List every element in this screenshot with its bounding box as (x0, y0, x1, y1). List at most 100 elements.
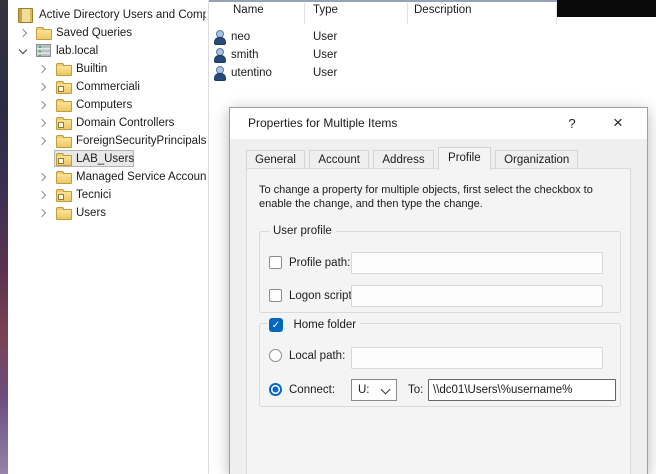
list-top-border (209, 0, 557, 2)
dialog-title: Properties for Multiple Items (248, 108, 397, 139)
tree-item-foreign-security-principals[interactable]: ForeignSecurityPrincipals (8, 132, 208, 150)
connect-label[interactable]: Connect: (289, 383, 335, 397)
description-line: To change a property for multiple object… (259, 183, 593, 197)
tab-general[interactable]: General (246, 150, 305, 169)
dialog-titlebar[interactable]: Properties for Multiple Items ? × (230, 108, 647, 139)
desktop-background-strip (0, 0, 8, 474)
description-line: enable the change, and then type the cha… (259, 197, 593, 211)
tree-item-lab-users[interactable]: LAB_Users (8, 150, 208, 168)
folder-icon (56, 99, 72, 113)
ou-folder-icon (56, 153, 72, 167)
tree-item-label: Computers (76, 96, 206, 114)
folder-icon (36, 27, 52, 41)
cell-name: smith (231, 46, 258, 64)
tree-item-root[interactable]: Active Directory Users and Computers (8, 6, 208, 24)
chevron-down-icon (381, 385, 391, 395)
chevron-right-icon[interactable] (38, 83, 46, 91)
column-divider[interactable] (556, 3, 557, 24)
group-label: User profile (269, 224, 336, 239)
tree-item-label: lab.local (56, 42, 206, 60)
chevron-right-icon[interactable] (38, 65, 46, 73)
local-path-input[interactable] (351, 347, 603, 369)
tree-item-lab-local[interactable]: lab.local (8, 42, 208, 60)
home-folder-checkbox[interactable]: ✓ (269, 318, 283, 332)
column-divider[interactable] (304, 3, 305, 24)
connect-radio[interactable] (269, 383, 282, 396)
tree-item-label: Active Directory Users and Computers (39, 6, 206, 24)
tree-item-label: Managed Service Accounts (76, 168, 206, 186)
tree-item-tecnici[interactable]: Tecnici (8, 186, 208, 204)
chevron-down-icon[interactable] (19, 46, 27, 54)
home-folder-caption: ✓ Home folder (268, 316, 360, 332)
properties-dialog: Properties for Multiple Items ? × Genera… (229, 107, 648, 474)
screen: Active Directory Users and Computers Sav… (0, 0, 656, 474)
cell-type: User (313, 46, 337, 64)
ou-folder-icon (56, 117, 72, 131)
tree-item-label: Commerciali (76, 78, 206, 96)
profile-path-checkbox[interactable] (269, 256, 282, 269)
column-divider[interactable] (407, 3, 408, 24)
folder-icon (56, 135, 72, 149)
tree-item-label: LAB_Users (76, 150, 206, 168)
list-row-smith[interactable]: smith User (209, 46, 649, 64)
home-folder-label[interactable]: Home folder (293, 319, 356, 331)
tree-item-commerciali[interactable]: Commerciali (8, 78, 208, 96)
chevron-right-icon[interactable] (38, 173, 46, 181)
drive-letter-dropdown[interactable]: U: (351, 379, 397, 401)
tree-item-label: Domain Controllers (76, 114, 206, 132)
console-tree-panel: Active Directory Users and Computers Sav… (8, 0, 208, 474)
user-icon (214, 30, 226, 44)
local-path-label[interactable]: Local path: (289, 349, 345, 363)
chevron-right-icon[interactable] (38, 209, 46, 217)
ou-folder-icon (56, 189, 72, 203)
column-header-name[interactable]: Name (233, 4, 264, 16)
tree-item-managed-service-accounts[interactable]: Managed Service Accounts (8, 168, 208, 186)
tree-item-users[interactable]: Users (8, 204, 208, 222)
logon-script-checkbox[interactable] (269, 289, 282, 302)
user-icon (214, 66, 226, 80)
check-icon: ✓ (272, 320, 280, 331)
folder-icon (56, 207, 72, 221)
tab-account[interactable]: Account (309, 150, 369, 169)
chevron-right-icon[interactable] (38, 119, 46, 127)
tree-item-label: Saved Queries (56, 24, 206, 42)
tab-strip: General Account Address Profile Organiza… (246, 147, 578, 169)
tree-item-domain-controllers[interactable]: Domain Controllers (8, 114, 208, 132)
column-header-type[interactable]: Type (313, 4, 338, 16)
dialog-description: To change a property for multiple object… (259, 183, 593, 211)
profile-path-label[interactable]: Profile path: (289, 256, 350, 270)
directory-book-icon (18, 8, 33, 23)
tab-address[interactable]: Address (373, 150, 433, 169)
list-row-utentino[interactable]: utentino User (209, 64, 649, 82)
cell-type: User (313, 28, 337, 46)
connect-path-input[interactable]: \\dc01\Users\%username% (428, 379, 616, 401)
tree-item-builtin[interactable]: Builtin (8, 60, 208, 78)
tree-item-label: Users (76, 204, 206, 222)
tree-item-label: ForeignSecurityPrincipals (76, 132, 206, 150)
list-row-neo[interactable]: neo User (209, 28, 649, 46)
local-path-radio[interactable] (269, 349, 282, 362)
logon-script-input[interactable] (351, 285, 603, 307)
tree-item-label: Builtin (76, 60, 206, 78)
chevron-right-icon[interactable] (19, 29, 27, 37)
folder-icon (56, 63, 72, 77)
home-folder-group: ✓ Home folder Local path: Connect: U: To… (259, 323, 621, 407)
folder-icon (56, 171, 72, 185)
chevron-right-icon[interactable] (38, 137, 46, 145)
tab-profile[interactable]: Profile (438, 147, 491, 170)
user-profile-group: User profile Profile path: Logon script: (259, 231, 621, 313)
cell-name: utentino (231, 64, 272, 82)
drive-letter-value: U: (358, 384, 370, 396)
tree-item-saved-queries[interactable]: Saved Queries (8, 24, 208, 42)
tree-item-label: Tecnici (76, 186, 206, 204)
profile-path-input[interactable] (351, 252, 603, 274)
help-button[interactable]: ? (562, 108, 582, 139)
chevron-right-icon[interactable] (38, 191, 46, 199)
tree-item-computers[interactable]: Computers (8, 96, 208, 114)
cell-name: neo (231, 28, 250, 46)
tab-organization[interactable]: Organization (495, 150, 578, 169)
close-button[interactable]: × (606, 108, 630, 138)
column-header-description[interactable]: Description (414, 4, 472, 16)
chevron-right-icon[interactable] (38, 101, 46, 109)
logon-script-label[interactable]: Logon script: (289, 289, 355, 303)
